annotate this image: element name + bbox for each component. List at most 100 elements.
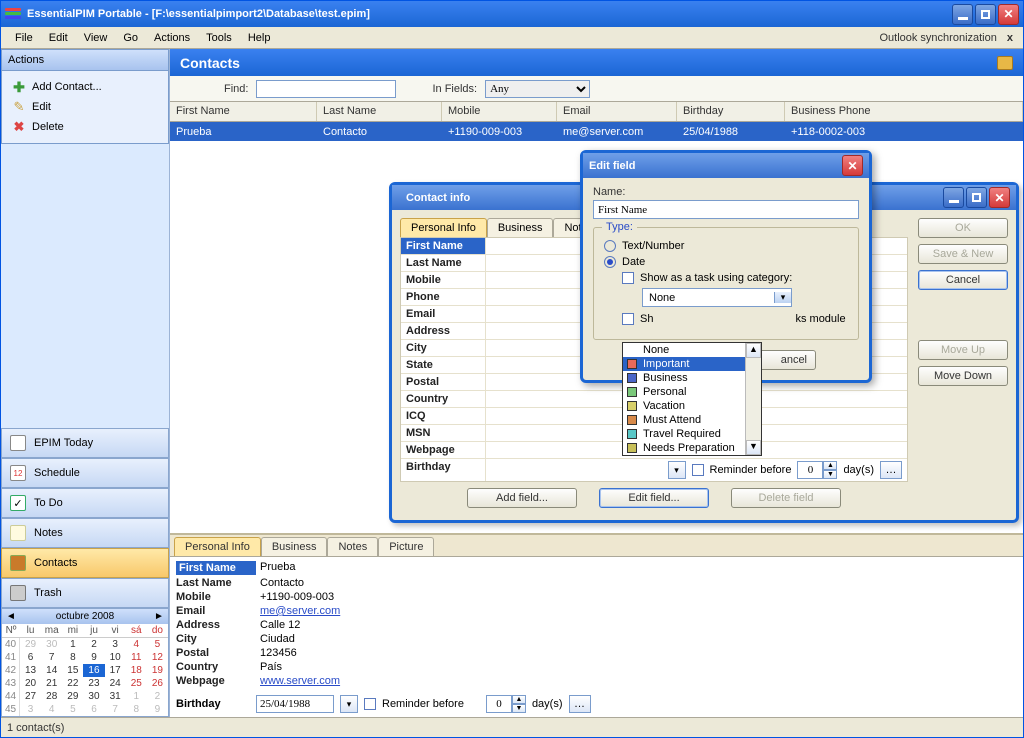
chevron-down-icon[interactable]: ▾ xyxy=(774,292,791,303)
cal-day[interactable]: 31 xyxy=(105,690,126,703)
cal-day[interactable]: 21 xyxy=(41,677,62,690)
outlook-sync[interactable]: Outlook synchronization x xyxy=(873,32,1017,44)
cal-day[interactable]: 29 xyxy=(20,638,41,651)
cal-day[interactable]: 4 xyxy=(126,638,147,651)
menu-edit[interactable]: Edit xyxy=(41,30,76,46)
close-button[interactable]: ✕ xyxy=(998,4,1019,25)
outlook-sync-close-icon[interactable]: x xyxy=(1003,32,1017,44)
cal-day[interactable]: 29 xyxy=(62,690,83,703)
find-input[interactable] xyxy=(256,80,396,98)
move-down-button[interactable]: Move Down xyxy=(918,366,1008,386)
tab-notes[interactable]: Notes xyxy=(327,537,378,556)
cal-day[interactable]: 7 xyxy=(41,651,62,664)
cal-day[interactable]: 17 xyxy=(105,664,126,677)
cal-day[interactable]: 2 xyxy=(147,690,168,703)
cal-day[interactable]: 20 xyxy=(20,677,41,690)
dropdown-item[interactable]: Vacation xyxy=(623,399,761,413)
tab-business[interactable]: Business xyxy=(261,537,328,556)
col-email[interactable]: Email xyxy=(557,102,677,121)
cal-day[interactable]: 14 xyxy=(41,664,62,677)
category-combo[interactable]: None ▾ xyxy=(642,288,792,307)
cal-day[interactable]: 1 xyxy=(126,690,147,703)
nav-notes[interactable]: Notes xyxy=(1,518,169,548)
radio-date[interactable]: Date xyxy=(604,256,848,268)
nav-trash[interactable]: Trash xyxy=(1,578,169,608)
dropdown-item[interactable]: Needs Preparation xyxy=(623,441,761,455)
cal-day[interactable]: 16 xyxy=(83,664,104,677)
scroll-down-icon[interactable]: ▼ xyxy=(746,440,761,455)
add-field-button[interactable]: Add field... xyxy=(467,488,577,508)
dropdown-item[interactable]: None xyxy=(623,343,761,357)
cal-day[interactable]: 11 xyxy=(126,651,147,664)
nav-epim-today[interactable]: EPIM Today xyxy=(1,428,169,458)
field-value-cell[interactable]: ▾Reminder before▲▼day(s)… xyxy=(486,459,907,481)
table-row[interactable]: Prueba Contacto +1190-009-003 me@server.… xyxy=(170,122,1023,141)
cal-day[interactable]: 18 xyxy=(126,664,147,677)
tab-picture[interactable]: Picture xyxy=(378,537,434,556)
cal-prev[interactable]: ◄ xyxy=(6,611,16,622)
col-businessphone[interactable]: Business Phone xyxy=(785,102,1023,121)
dropdown-item[interactable]: Travel Required xyxy=(623,427,761,441)
minimize-button[interactable] xyxy=(952,4,973,25)
edit-action[interactable]: ✎ Edit xyxy=(8,97,162,117)
col-lastname[interactable]: Last Name xyxy=(317,102,442,121)
cal-next[interactable]: ► xyxy=(154,611,164,622)
ok-button[interactable]: OK xyxy=(918,218,1008,238)
checkbox-icon[interactable] xyxy=(622,272,634,284)
dropdown-item[interactable]: Personal xyxy=(623,385,761,399)
email-link[interactable]: me@server.com xyxy=(260,605,340,617)
infields-select[interactable]: Any xyxy=(485,80,590,98)
field-row[interactable]: Birthday▾Reminder before▲▼day(s)… xyxy=(401,459,907,481)
spin-up-icon[interactable]: ▲ xyxy=(512,695,526,704)
col-mobile[interactable]: Mobile xyxy=(442,102,557,121)
cal-day[interactable]: 7 xyxy=(105,703,126,716)
add-contact-action[interactable]: ✚ Add Contact... xyxy=(8,77,162,97)
nav-schedule[interactable]: 12Schedule xyxy=(1,458,169,488)
reminder-more-button[interactable]: … xyxy=(569,695,591,713)
cal-day[interactable]: 6 xyxy=(20,651,41,664)
cal-day[interactable]: 3 xyxy=(20,703,41,716)
cal-day[interactable]: 25 xyxy=(126,677,147,690)
cal-day[interactable]: 5 xyxy=(147,638,168,651)
scroll-up-icon[interactable]: ▲ xyxy=(746,343,761,358)
nav-contacts[interactable]: Contacts xyxy=(1,548,169,578)
cal-day[interactable]: 30 xyxy=(83,690,104,703)
cal-day[interactable]: 27 xyxy=(20,690,41,703)
dlg-tab-personal[interactable]: Personal Info xyxy=(400,218,487,237)
nav-todo[interactable]: ✓To Do xyxy=(1,488,169,518)
cal-day[interactable]: 26 xyxy=(147,677,168,690)
cancel-button[interactable]: Cancel xyxy=(918,270,1008,290)
edit-field-button[interactable]: Edit field... xyxy=(599,488,709,508)
dropdown-item[interactable]: Important xyxy=(623,357,761,371)
cal-day[interactable]: 30 xyxy=(41,638,62,651)
detail-birthday-input[interactable] xyxy=(256,695,334,713)
radio-text[interactable]: Text/Number xyxy=(604,240,848,252)
cal-day[interactable]: 3 xyxy=(105,638,126,651)
delete-action[interactable]: ✖ Delete xyxy=(8,117,162,137)
cal-day[interactable]: 1 xyxy=(62,638,83,651)
edit-field-close-button[interactable]: ✕ xyxy=(842,155,863,176)
cal-day[interactable]: 9 xyxy=(147,703,168,716)
cal-day[interactable]: 13 xyxy=(20,664,41,677)
reminder-value[interactable] xyxy=(797,461,823,479)
cal-day[interactable]: 6 xyxy=(83,703,104,716)
col-birthday[interactable]: Birthday xyxy=(677,102,785,121)
cal-day[interactable]: 22 xyxy=(62,677,83,690)
reminder-checkbox[interactable] xyxy=(364,698,376,710)
cal-day[interactable]: 8 xyxy=(126,703,147,716)
reminder-checkbox[interactable] xyxy=(692,464,704,476)
reminder-more-button[interactable]: … xyxy=(880,461,902,479)
cal-day[interactable]: 4 xyxy=(41,703,62,716)
menu-actions[interactable]: Actions xyxy=(146,30,198,46)
cal-day[interactable]: 28 xyxy=(41,690,62,703)
dropdown-item[interactable]: Must Attend xyxy=(623,413,761,427)
reminder-value[interactable] xyxy=(486,695,512,713)
cal-day[interactable]: 19 xyxy=(147,664,168,677)
tab-personal[interactable]: Personal Info xyxy=(174,537,261,556)
dropdown-item[interactable]: Business xyxy=(623,371,761,385)
cal-day[interactable]: 15 xyxy=(62,664,83,677)
show-task-checkbox-row[interactable]: Show as a task using category: xyxy=(622,272,848,284)
cal-day[interactable]: 2 xyxy=(83,638,104,651)
maximize-button[interactable] xyxy=(975,4,996,25)
checkbox-icon[interactable] xyxy=(622,313,634,325)
